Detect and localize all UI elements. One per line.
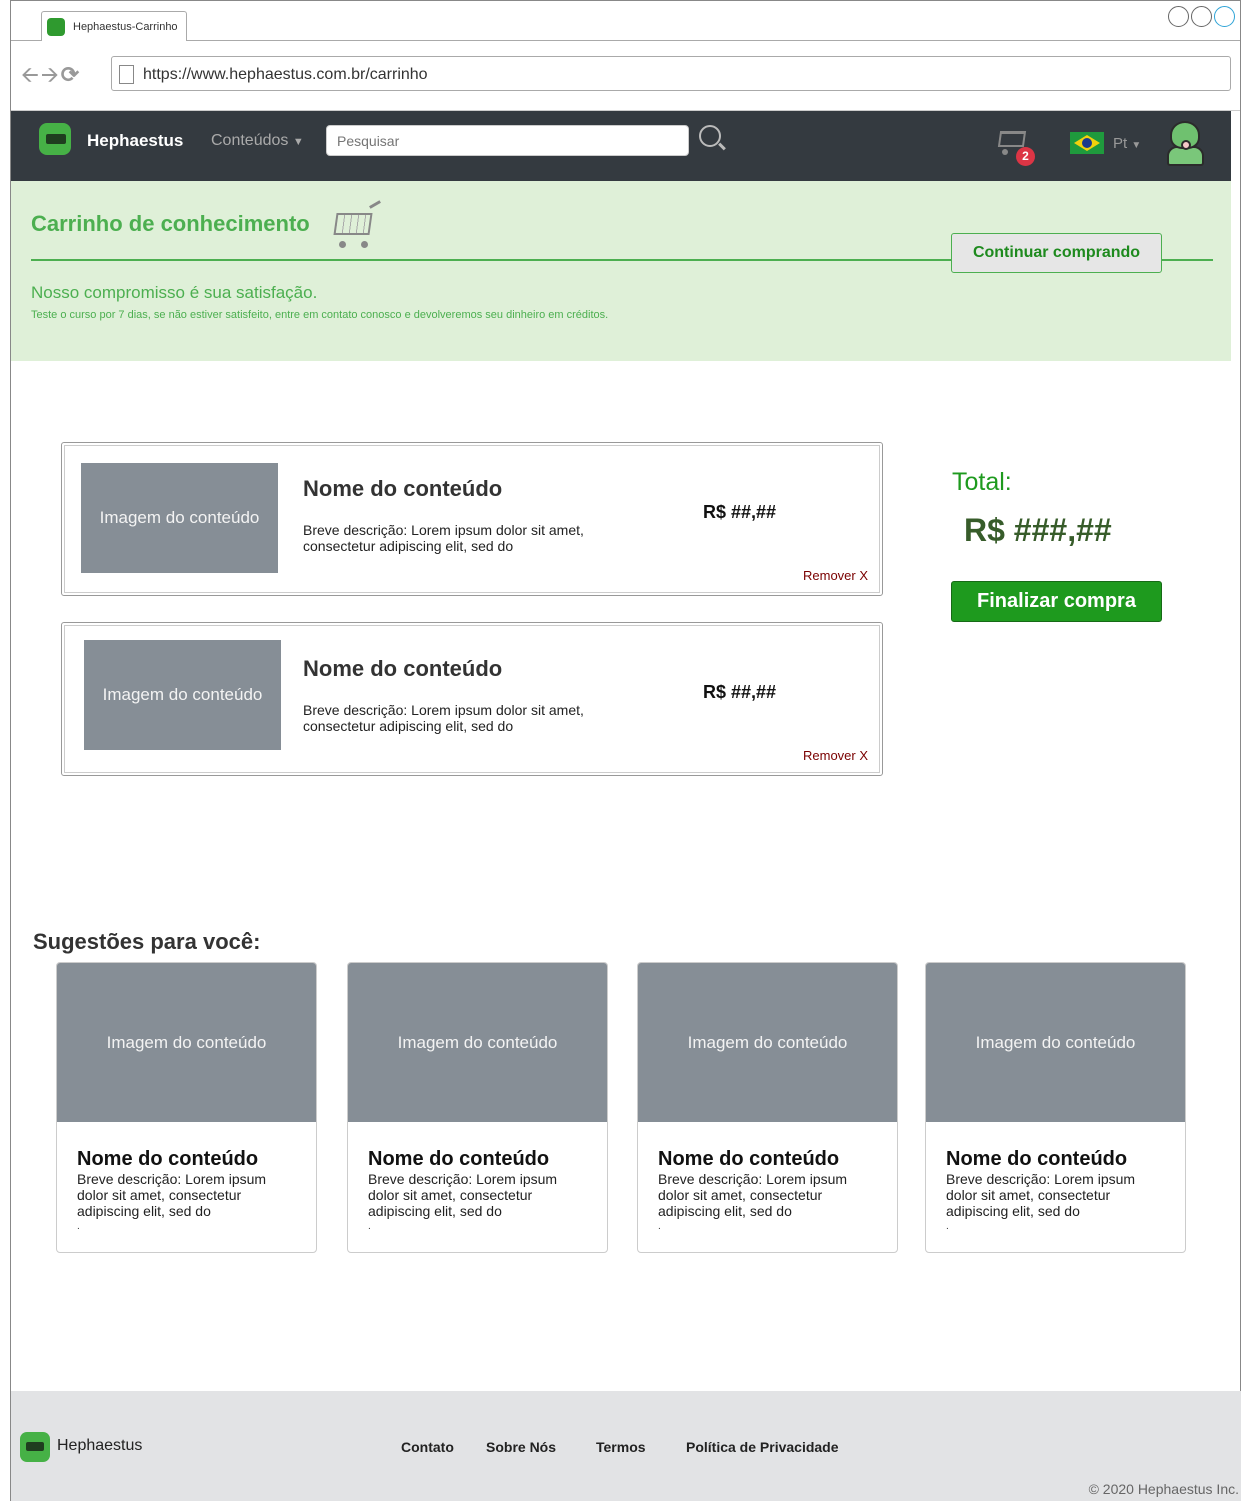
cart-basket: [997, 131, 1027, 147]
conteudos-dropdown[interactable]: Conteúdos ▼: [211, 132, 304, 150]
content-image[interactable]: Imagem do conteúdo: [638, 963, 897, 1122]
nav-buttons: 🡨 🡪 ⟳: [21, 64, 79, 86]
item-description: Breve descrição: Lorem ipsum dolor sit a…: [303, 522, 584, 554]
item-title[interactable]: Nome do conteúdo: [303, 476, 502, 502]
avatar-icon[interactable]: [1163, 118, 1208, 166]
close-button[interactable]: [1214, 6, 1235, 27]
satisfaction-heading: Nosso compromisso é sua satisfação.: [31, 283, 318, 302]
cart-item: Imagem do conteúdo Nome do conteúdo Brev…: [61, 622, 883, 776]
cart-handle: [369, 200, 381, 209]
browser-tab[interactable]: Hephaestus-Carrinho: [41, 11, 187, 42]
footer-link-termos[interactable]: Termos: [596, 1439, 646, 1455]
logo-icon[interactable]: [39, 123, 71, 155]
card-title[interactable]: Nome do conteúdo: [658, 1148, 839, 1171]
url-field[interactable]: https://www.hephaestus.com.br/carrinho: [111, 56, 1231, 91]
cart-item-body: Imagem do conteúdo Nome do conteúdo Brev…: [64, 445, 880, 593]
page-title: Carrinho de conhecimento: [31, 211, 310, 236]
page-icon: [119, 65, 134, 84]
content-image[interactable]: Imagem do conteúdo: [57, 963, 316, 1122]
language-label: Pt: [1113, 135, 1128, 152]
cart-wheel: [1002, 149, 1008, 155]
item-price: R$ ##,##: [703, 682, 777, 702]
footer-link-contato[interactable]: Contato: [401, 1439, 454, 1455]
window-controls: [1168, 6, 1235, 27]
copyright: © 2020 Hephaestus Inc.: [1088, 1481, 1239, 1497]
suggestion-card[interactable]: Imagem do conteúdo Nome do conteúdo Brev…: [347, 962, 608, 1253]
content-image[interactable]: Imagem do conteúdo: [926, 963, 1185, 1122]
caret-down-icon: ▼: [1131, 140, 1142, 151]
card-description: Breve descrição: Lorem ipsum dolor sit a…: [946, 1171, 1136, 1219]
card-title[interactable]: Nome do conteúdo: [77, 1148, 258, 1171]
search-icon[interactable]: [699, 125, 721, 147]
footer-link-privacidade[interactable]: Política de Privacidade: [686, 1439, 839, 1455]
card-description: Breve descrição: Lorem ipsum dolor sit a…: [77, 1171, 267, 1219]
card-trailer: .: [658, 1221, 661, 1232]
suggestion-card[interactable]: Imagem do conteúdo Nome do conteúdo Brev…: [925, 962, 1186, 1253]
tab-bar: Hephaestus-Carrinho: [11, 1, 1240, 42]
search-input[interactable]: [326, 125, 689, 156]
language-dropdown[interactable]: Pt ▼: [1113, 135, 1141, 152]
cart-item: Imagem do conteúdo Nome do conteúdo Brev…: [61, 442, 883, 596]
suggestion-card[interactable]: Imagem do conteúdo Nome do conteúdo Brev…: [637, 962, 898, 1253]
brand-name[interactable]: Hephaestus: [87, 131, 183, 151]
reload-icon[interactable]: ⟳: [61, 64, 79, 86]
cart-hero: Carrinho de conhecimento Continuar compr…: [11, 181, 1231, 361]
card-trailer: .: [946, 1221, 949, 1232]
brazil-flag-icon[interactable]: [1070, 132, 1104, 154]
logo-icon[interactable]: [20, 1432, 50, 1462]
back-arrow-icon[interactable]: 🡨: [21, 64, 39, 86]
item-price: R$ ##,##: [703, 502, 777, 522]
card-description: Breve descrição: Lorem ipsum dolor sit a…: [368, 1171, 558, 1219]
card-title[interactable]: Nome do conteúdo: [946, 1148, 1127, 1171]
content-image[interactable]: Imagem do conteúdo: [348, 963, 607, 1122]
minimize-button[interactable]: [1168, 6, 1189, 27]
remove-item-link[interactable]: Remover X: [803, 568, 868, 583]
avatar-nose: [1181, 140, 1191, 150]
cart-wheel: [361, 241, 368, 248]
conteudos-label: Conteúdos: [211, 132, 289, 149]
checkout-button[interactable]: Finalizar compra: [951, 581, 1162, 622]
footer-link-sobre-nos[interactable]: Sobre Nós: [486, 1439, 556, 1455]
address-bar-row: 🡨 🡪 ⟳ https://www.hephaestus.com.br/carr…: [11, 41, 1240, 111]
tab-title: Hephaestus-Carrinho: [73, 21, 178, 33]
cart-icon[interactable]: 2: [996, 123, 1035, 166]
suggestion-card[interactable]: Imagem do conteúdo Nome do conteúdo Brev…: [56, 962, 317, 1253]
total-value: R$ ###,##: [964, 512, 1112, 548]
content-image[interactable]: Imagem do conteúdo: [81, 463, 278, 573]
cart-basket: [333, 213, 373, 235]
footer-brand[interactable]: Hephaestus: [57, 1437, 142, 1455]
forward-arrow-icon[interactable]: 🡪: [41, 64, 59, 86]
url-text: https://www.hephaestus.com.br/carrinho: [143, 66, 428, 83]
cart-count-badge: 2: [1016, 147, 1035, 166]
content-image[interactable]: Imagem do conteúdo: [84, 640, 281, 750]
site-footer: Hephaestus Contato Sobre Nós Termos Polí…: [11, 1391, 1241, 1501]
shopping-cart-icon: [331, 200, 383, 253]
total-label: Total:: [952, 468, 1012, 496]
browser-window: Hephaestus-Carrinho 🡨 🡪 ⟳ https://www.he…: [10, 0, 1241, 1501]
item-description: Breve descrição: Lorem ipsum dolor sit a…: [303, 702, 584, 734]
continue-shopping-button[interactable]: Continuar comprando: [951, 233, 1162, 273]
card-trailer: .: [368, 1221, 371, 1232]
item-title[interactable]: Nome do conteúdo: [303, 656, 502, 682]
remove-item-link[interactable]: Remover X: [803, 748, 868, 763]
caret-down-icon: ▼: [292, 136, 304, 148]
card-description: Breve descrição: Lorem ipsum dolor sit a…: [658, 1171, 848, 1219]
guarantee-note: Teste o curso por 7 dias, se não estiver…: [31, 309, 609, 321]
cart-wheel: [339, 241, 346, 248]
favicon-icon: [47, 18, 65, 36]
card-title[interactable]: Nome do conteúdo: [368, 1148, 549, 1171]
suggestions-heading: Sugestões para você:: [33, 929, 261, 954]
maximize-button[interactable]: [1191, 6, 1212, 27]
cart-item-body: Imagem do conteúdo Nome do conteúdo Brev…: [64, 625, 880, 773]
site-navbar: Hephaestus Conteúdos ▼ 2 Pt ▼: [11, 111, 1231, 181]
card-trailer: .: [77, 1221, 80, 1232]
